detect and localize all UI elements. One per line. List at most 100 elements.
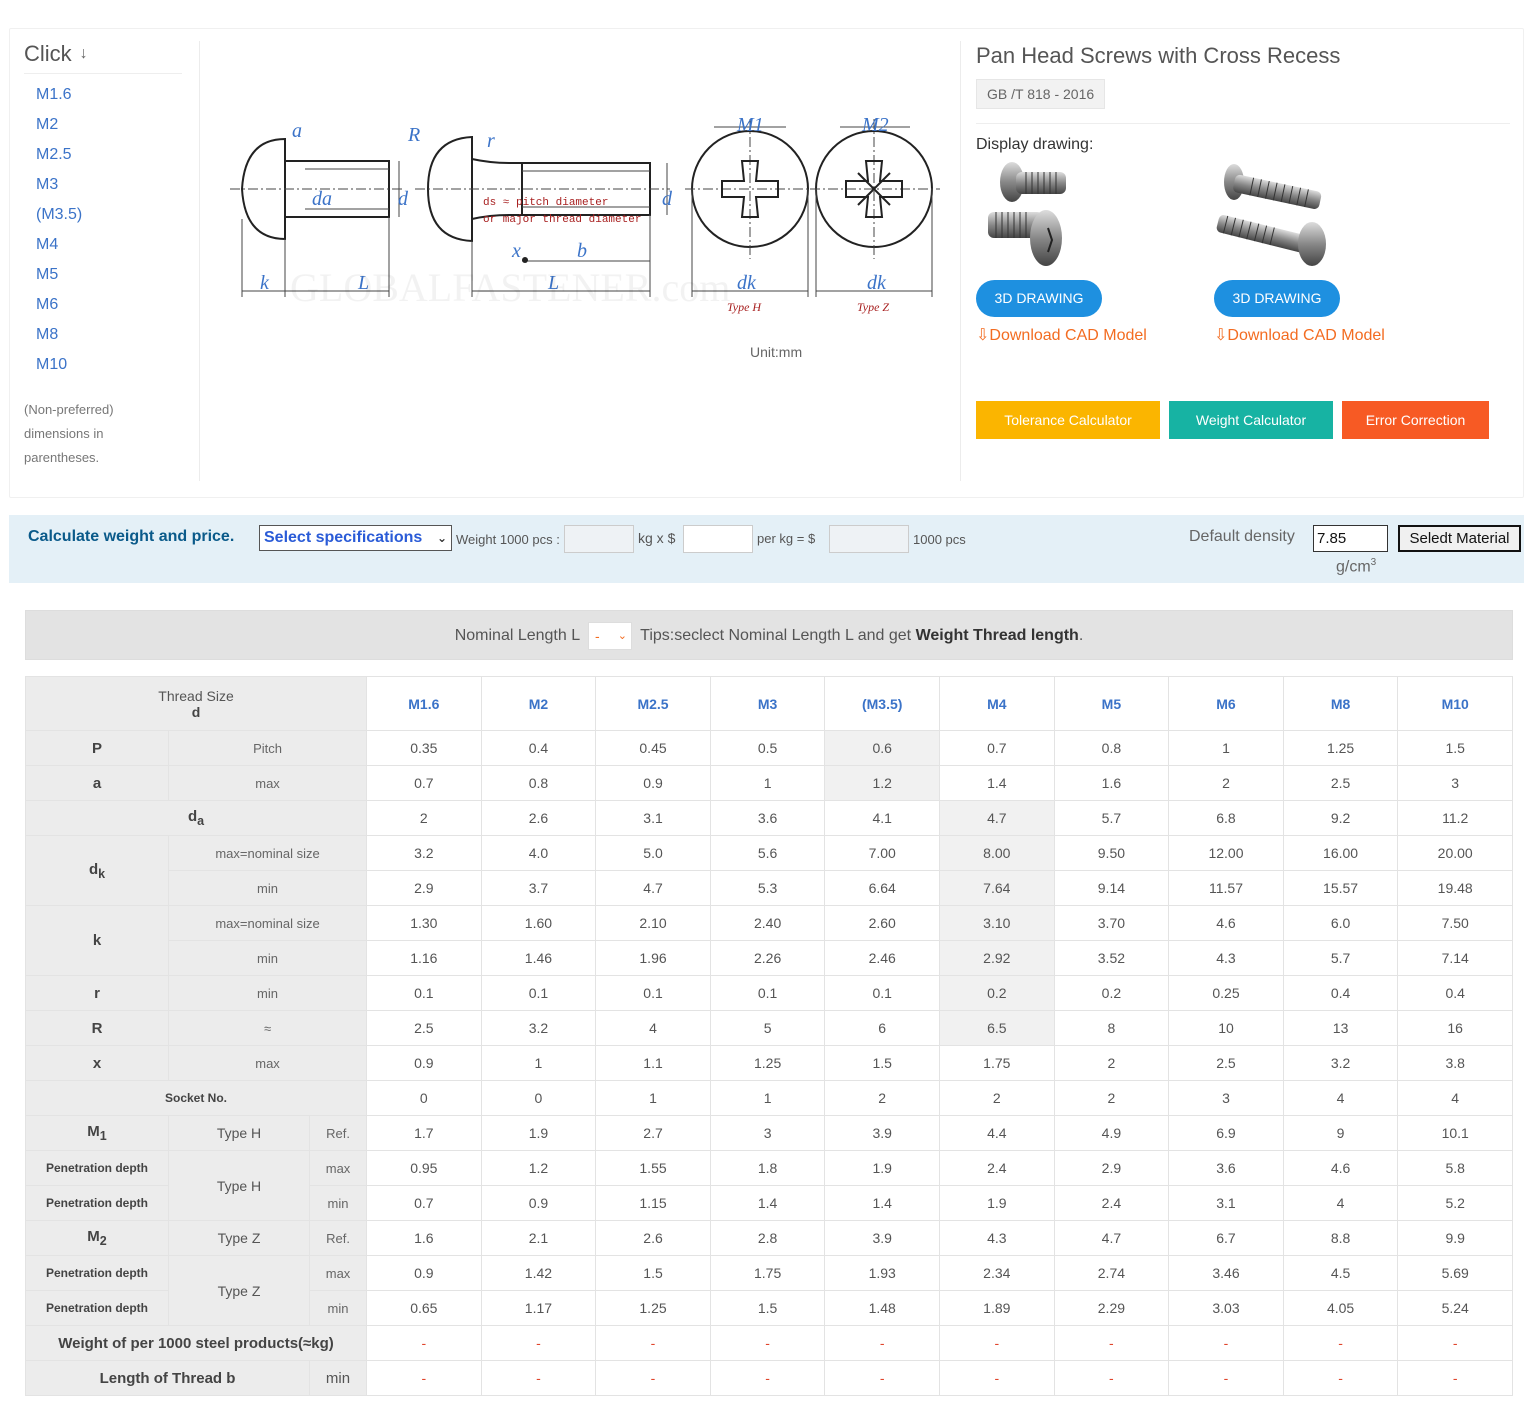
value-cell: 1.25	[709, 1045, 826, 1081]
size-header[interactable]: M2	[480, 676, 597, 731]
value-cell: -	[480, 1360, 597, 1396]
row-sublabel: Ref.	[308, 1220, 368, 1256]
size-link-m1-6[interactable]: M1.6	[36, 80, 199, 110]
row-label-sub: a	[197, 814, 205, 828]
value-cell: 4.0	[480, 835, 597, 871]
3d-drawing-button-2[interactable]: 3D DRAWING	[1214, 280, 1340, 317]
size-link-m5[interactable]: M5	[36, 260, 199, 290]
technical-drawing: a R r da d d k L L b x M1 M2 dk dk Type …	[210, 79, 950, 360]
value-cell: 10	[1168, 1010, 1284, 1046]
per-kg-label: per kg = $	[757, 531, 816, 546]
size-link-m4[interactable]: M4	[36, 230, 199, 260]
3d-drawing-button-1[interactable]: 3D DRAWING	[976, 280, 1102, 317]
size-header[interactable]: M5	[1053, 676, 1170, 731]
download-icon: ⇩	[1214, 327, 1228, 344]
weight-price-calculator: Calculate weight and price. Select speci…	[9, 515, 1524, 583]
value-cell: 1.25	[595, 1290, 711, 1326]
price-per-kg-input[interactable]	[683, 525, 753, 553]
value-cell: 2.5	[366, 1010, 482, 1046]
size-link-m3-5[interactable]: (M3.5)	[36, 200, 199, 230]
size-link-m6[interactable]: M6	[36, 290, 199, 320]
size-header[interactable]: M2.5	[595, 676, 711, 731]
value-cell: 2.7	[595, 1115, 711, 1151]
value-cell: 0.1	[709, 975, 826, 1011]
row-label: R	[25, 1010, 169, 1046]
row-sublabel: min	[167, 870, 368, 906]
size-header[interactable]: M6	[1168, 676, 1284, 731]
value-cell: 2.5	[1168, 1045, 1284, 1081]
size-link-m10[interactable]: M10	[36, 350, 199, 380]
value-cell: 2.29	[1053, 1290, 1170, 1326]
tolerance-calculator-button[interactable]: Tolerance Calculator	[976, 401, 1160, 439]
value-cell: 1.60	[480, 905, 597, 941]
size-link-m8[interactable]: M8	[36, 320, 199, 350]
value-cell: 16.00	[1282, 835, 1399, 871]
value-cell: 2.6	[480, 800, 597, 836]
row-sublabel: min	[308, 1185, 368, 1221]
value-cell: 7.00	[824, 835, 940, 871]
value-cell: 1.96	[595, 940, 711, 976]
download-cad-link-1[interactable]: ⇩Download CAD Model	[976, 325, 1196, 345]
density-input[interactable]: 7.85	[1313, 525, 1388, 552]
weight-calculator-button[interactable]: Weight Calculator	[1169, 401, 1333, 439]
value-cell: -	[1168, 1325, 1284, 1361]
value-cell: 2.4	[1053, 1185, 1170, 1221]
value-cell: 15.57	[1282, 870, 1399, 906]
size-header[interactable]: M10	[1397, 676, 1513, 731]
value-cell: 1.9	[480, 1115, 597, 1151]
value-cell: 4	[1397, 1080, 1513, 1116]
thread-size-label: Thread Size	[158, 687, 234, 704]
row-sublabel: max	[167, 765, 368, 801]
value-cell: 19.48	[1397, 870, 1513, 906]
size-header[interactable]: M4	[939, 676, 1055, 731]
value-cell: 9.50	[1053, 835, 1170, 871]
table-row: Penetration depth Type H max 0.95 1.2 1.55…	[25, 1150, 1513, 1221]
sidebar-title: Click ↓	[24, 41, 182, 74]
value-cell: 0.65	[366, 1290, 482, 1326]
value-cell: 0.9	[366, 1255, 482, 1291]
value-cell: 6	[824, 1010, 940, 1046]
value-cell: 1.9	[824, 1150, 940, 1186]
size-link-m3[interactable]: M3	[36, 170, 199, 200]
value-cell: 2.9	[1053, 1150, 1170, 1186]
value-cell: 1.15	[595, 1185, 711, 1221]
size-link-m2-5[interactable]: M2.5	[36, 140, 199, 170]
value-cell: 4.05	[1282, 1290, 1399, 1326]
value-cell: 2.34	[939, 1255, 1055, 1291]
error-correction-button[interactable]: Error Correction	[1342, 401, 1489, 439]
size-header[interactable]: (M3.5)	[824, 676, 940, 731]
value-cell: 1.6	[1053, 765, 1170, 801]
product-panel: Pan Head Screws with Cross Recess GB /T …	[960, 41, 1510, 481]
spec-select[interactable]: Select specifications ⌄	[259, 525, 452, 551]
pcs-label: 1000 pcs	[913, 532, 966, 547]
size-link-m2[interactable]: M2	[36, 110, 199, 140]
label-R: R	[407, 124, 420, 146]
value-cell: 1.4	[939, 765, 1055, 801]
size-header[interactable]: M3	[709, 676, 826, 731]
size-header[interactable]: M1.6	[366, 676, 482, 731]
value-cell: 1.75	[709, 1255, 826, 1291]
value-cell: 8	[1053, 1010, 1170, 1046]
row-label: k	[25, 905, 169, 976]
table-row: dk max=nominal size 3.2 4.0 5.0 5.6 7.00 8.00…	[25, 835, 1513, 906]
value-cell: 2.9	[366, 870, 482, 906]
product-title: Pan Head Screws with Cross Recess	[976, 43, 1341, 68]
value-cell: 0.4	[480, 730, 597, 766]
value-cell: 5.24	[1397, 1290, 1513, 1326]
nominal-length-select[interactable]: - ⌄	[587, 621, 632, 650]
value-cell: 0.35	[366, 730, 482, 766]
row-label: Socket No.	[24, 1080, 368, 1116]
select-material-button[interactable]: Seledt Material	[1398, 525, 1521, 552]
arrow-down-icon: ↓	[79, 45, 88, 62]
value-cell: 9.9	[1397, 1220, 1513, 1256]
value-cell: 0.25	[1168, 975, 1284, 1011]
calculator-buttons: Tolerance Calculator Weight Calculator E…	[976, 401, 1489, 439]
download-cad-text-1: Download CAD Model	[989, 327, 1147, 344]
value-cell: 3.2	[480, 1010, 597, 1046]
row-sublabel: ≈	[167, 1010, 368, 1046]
size-header[interactable]: M8	[1282, 676, 1399, 731]
table-row: Socket No. 0011222344	[24, 1080, 1513, 1116]
download-cad-link-2[interactable]: ⇩Download CAD Model	[1214, 325, 1434, 345]
value-cell: 2.8	[709, 1220, 826, 1256]
value-cell: 1.6	[366, 1220, 482, 1256]
